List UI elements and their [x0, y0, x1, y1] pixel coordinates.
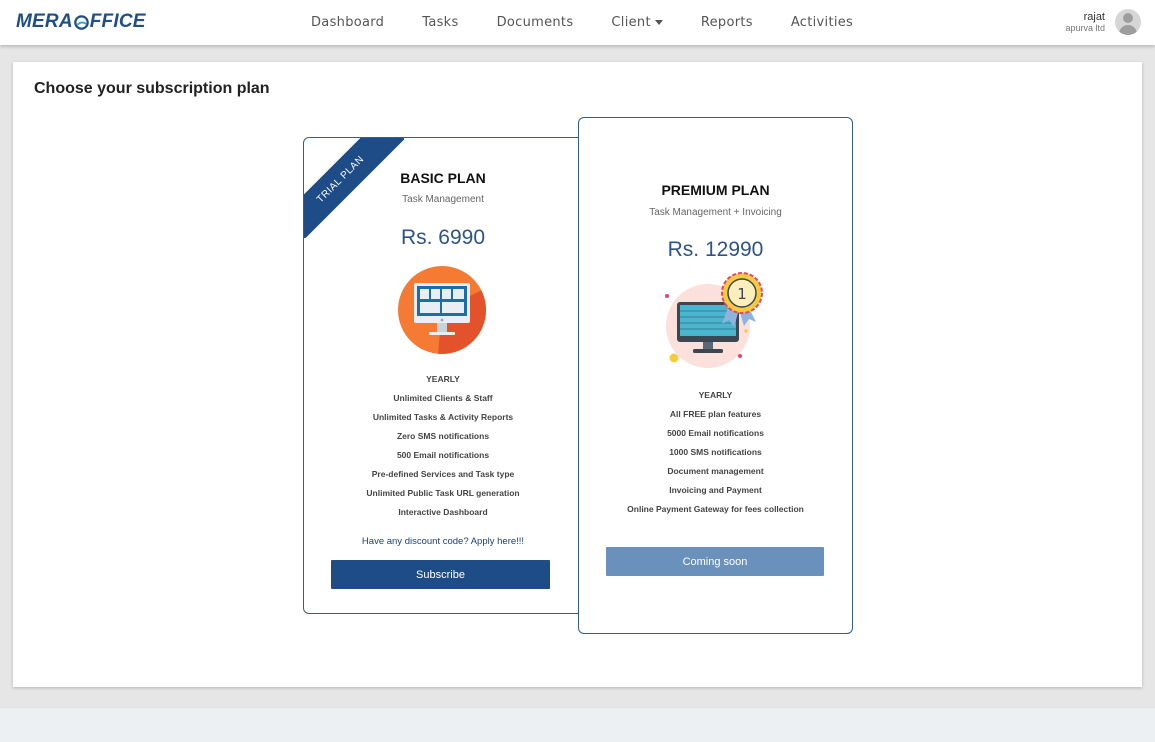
coming-soon-button-label: Coming soon: [682, 555, 748, 568]
avatar-body: [1119, 25, 1137, 35]
logo-globe-icon: [73, 14, 89, 30]
nav-tasks-label: Tasks: [422, 15, 459, 30]
nav-tasks[interactable]: Tasks: [422, 15, 458, 30]
basic-plan-billing: YEARLY: [426, 374, 460, 384]
premium-feature-item: 5000 Email notifications: [667, 428, 764, 438]
page-title: Choose your subscription plan: [34, 80, 270, 97]
premium-feature-item: Invoicing and Payment: [669, 485, 762, 495]
nav-dashboard[interactable]: Dashboard: [311, 15, 384, 30]
nav-documents[interactable]: Documents: [497, 15, 574, 30]
basic-plan-features: YEARLY Unlimited Clients & Staff Unlimit…: [304, 370, 582, 522]
nav-documents-label: Documents: [496, 15, 574, 30]
badge-number: 1: [737, 285, 747, 303]
basic-plan-subtitle: Task Management: [402, 194, 484, 205]
nav-reports[interactable]: Reports: [701, 15, 753, 30]
basic-feature-item: Interactive Dashboard: [398, 507, 488, 517]
premium-plan-subtitle: Task Management + Invoicing: [649, 207, 782, 218]
avatar-icon[interactable]: [1115, 9, 1141, 35]
premium-plan-price: Rs. 12990: [667, 238, 764, 261]
nav-client-dropdown[interactable]: Client: [611, 15, 663, 30]
award-monitor-icon: 1: [665, 272, 763, 368]
monitor-icon: [398, 266, 486, 354]
premium-plan-card: PREMIUM PLAN Task Management + Invoicing…: [578, 117, 853, 634]
footer-band: [0, 707, 1155, 742]
basic-feature-item: Pre-defined Services and Task type: [371, 469, 515, 479]
user-info[interactable]: rajat apurva ltd: [1065, 11, 1105, 34]
premium-feature-item: All FREE plan features: [669, 409, 762, 419]
logo-text-part1: MERA: [16, 11, 73, 32]
subscribe-button-label: Subscribe: [416, 568, 465, 581]
premium-plan-billing: YEARLY: [698, 390, 733, 400]
premium-feature-item: 1000 SMS notifications: [669, 447, 762, 457]
user-company: apurva ltd: [1065, 23, 1105, 33]
nav-client-label: Client: [611, 15, 651, 30]
premium-feature-item: Online Payment Gateway for fees collecti…: [627, 504, 804, 514]
premium-feature-item: Document management: [667, 466, 764, 476]
basic-feature-item: Zero SMS notifications: [396, 431, 490, 441]
trial-ribbon: TRIAL PLAN: [304, 138, 404, 238]
nav-dashboard-label: Dashboard: [311, 15, 385, 30]
caret-down-icon: [654, 20, 663, 25]
nav-reports-label: Reports: [700, 15, 753, 30]
nav-activities[interactable]: Activities: [791, 15, 853, 30]
brand-logo[interactable]: MERA FFICE: [16, 11, 146, 33]
discount-code-link[interactable]: Have any discount code? Apply here!!!: [304, 536, 582, 547]
basic-feature-item: Unlimited Clients & Staff: [393, 393, 493, 403]
basic-feature-item: Unlimited Public Task URL generation: [366, 488, 520, 498]
premium-plan-features: YEARLY All FREE plan features 5000 Email…: [579, 386, 852, 519]
basic-feature-item: 500 Email notifications: [396, 450, 490, 460]
top-navbar: MERA FFICE Dashboard Tasks Documents Cli…: [0, 0, 1155, 45]
subscribe-button[interactable]: Subscribe: [331, 560, 550, 589]
basic-plan-price: Rs. 6990: [400, 226, 486, 249]
nav-activities-label: Activities: [790, 15, 854, 30]
basic-feature-item: Unlimited Tasks & Activity Reports: [372, 412, 514, 422]
logo-text-part2: FFICE: [89, 11, 146, 32]
main-nav: Dashboard Tasks Documents Client Reports…: [292, 0, 872, 45]
basic-plan-name: BASIC PLAN: [400, 170, 486, 186]
coming-soon-button: Coming soon: [606, 547, 824, 576]
basic-plan-card: TRIAL PLAN BASIC PLAN Task Management Rs…: [303, 137, 583, 614]
avatar-head: [1123, 13, 1133, 23]
trial-ribbon-label: TRIAL PLAN: [304, 138, 404, 238]
user-name: rajat: [1083, 11, 1105, 23]
premium-plan-name: PREMIUM PLAN: [661, 182, 770, 198]
